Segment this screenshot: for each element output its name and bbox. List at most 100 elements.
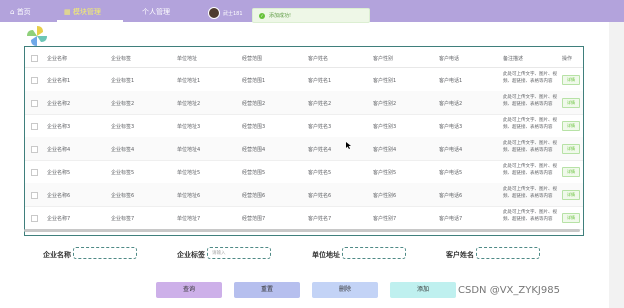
header-cell: 操作 <box>562 56 573 62</box>
table-cell-phone: 客户电话2 <box>439 101 463 107</box>
table-cell-name: 企业名称3 <box>47 124 71 130</box>
nav-home-label: 首页 <box>16 8 31 16</box>
table-cell-tag: 企业标签5 <box>111 170 135 176</box>
detail-button[interactable]: 详情 <box>562 144 580 154</box>
detail-button[interactable]: 详情 <box>562 121 580 131</box>
detail-button[interactable]: 详情 <box>562 167 580 177</box>
nav-home[interactable]: ⌂ 首页 <box>10 4 31 20</box>
success-toast: ✓ 添加成功! <box>252 8 370 23</box>
cust-input[interactable] <box>476 247 540 259</box>
table-cell-addr: 单位地址2 <box>177 101 201 107</box>
table-cell-cust: 客户姓名4 <box>308 147 332 153</box>
table-cell-phone: 客户电话7 <box>439 216 463 222</box>
row-checkbox[interactable] <box>31 77 38 84</box>
table-row: 企业名称3 企业标签3 单位地址3 经营范围3 客户姓名3 客户性别3 客户电话3 此处可上传… <box>25 114 583 138</box>
select-all-checkbox[interactable] <box>31 55 38 62</box>
row-checkbox[interactable] <box>31 192 38 199</box>
row-checkbox[interactable] <box>31 215 38 222</box>
data-table: 企业名称 企业标签 单位地址 经营范围 客户姓名 客户性别 客户电话 备注描述 … <box>24 46 584 236</box>
row-checkbox[interactable] <box>31 146 38 153</box>
row-checkbox[interactable] <box>31 100 38 107</box>
horizontal-scrollbar[interactable] <box>24 229 580 232</box>
table-cell-phone: 客户电话4 <box>439 147 463 153</box>
table-row: 企业名称1 企业标签1 单位地址1 经营范围1 客户姓名1 客户性别1 客户电话1 此处可上传… <box>25 68 583 92</box>
page-edge <box>609 22 624 308</box>
table-row: 企业名称6 企业标签6 单位地址6 经营范围6 客户姓名6 客户性别6 客户电话6 此处可上传… <box>25 183 583 207</box>
tag-label: 企业标签 <box>177 251 205 259</box>
detail-button[interactable]: 详情 <box>562 98 580 108</box>
header-cell: 客户姓名 <box>308 56 329 62</box>
table-cell-gender: 客户性别7 <box>373 216 397 222</box>
header-cell: 客户性别 <box>373 56 394 62</box>
user-menu[interactable]: 武士181 <box>208 7 243 19</box>
table-row: 企业名称5 企业标签5 单位地址5 经营范围5 客户姓名5 客户性别5 客户电话5 此处可上传… <box>25 160 583 184</box>
header-cell: 企业名称 <box>47 56 68 62</box>
table-cell-remark: 此处可上传文字、图片、视频、超链接、表格等内容 <box>503 141 557 153</box>
table-row: 企业名称2 企业标签2 单位地址2 经营范围2 客户姓名2 客户性别2 客户电话2 此处可上传… <box>25 91 583 115</box>
row-checkbox[interactable] <box>31 123 38 130</box>
avatar <box>208 7 220 19</box>
table-cell-cust: 客户姓名6 <box>308 193 332 199</box>
table-cell-scope: 经营范围2 <box>242 101 266 107</box>
table-cell-phone: 客户电话1 <box>439 78 463 84</box>
module-icon: ▦ <box>64 8 71 16</box>
table-cell-tag: 企业标签7 <box>111 216 135 222</box>
add-button[interactable]: 添加 <box>390 282 456 298</box>
table-cell-addr: 单位地址6 <box>177 193 201 199</box>
table-cell-scope: 经营范围1 <box>242 78 266 84</box>
table-cell-addr: 单位地址1 <box>177 78 201 84</box>
table-cell-cust: 客户姓名5 <box>308 170 332 176</box>
table-cell-cust: 客户姓名3 <box>308 124 332 130</box>
query-button[interactable]: 查询 <box>156 282 222 298</box>
table-cell-name: 企业名称2 <box>47 101 71 107</box>
table-cell-scope: 经营范围6 <box>242 193 266 199</box>
table-cell-addr: 单位地址5 <box>177 170 201 176</box>
table-cell-remark: 此处可上传文字、图片、视频、超链接、表格等内容 <box>503 164 557 176</box>
table-cell-scope: 经营范围7 <box>242 216 266 222</box>
table-row: 企业名称4 企业标签4 单位地址4 经营范围4 客户姓名4 客户性别4 客户电话4 此处可上传… <box>25 137 583 161</box>
table-cell-gender: 客户性别3 <box>373 124 397 130</box>
success-check-icon: ✓ <box>259 12 265 19</box>
table-cell-gender: 客户性别5 <box>373 170 397 176</box>
delete-button[interactable]: 删除 <box>312 282 378 298</box>
nav-personal[interactable]: 个人管理 <box>142 4 170 20</box>
detail-button[interactable]: 详情 <box>562 190 580 200</box>
tag-input[interactable]: 请输入 <box>207 247 271 259</box>
name-label: 企业名称 <box>43 251 71 259</box>
table-cell-phone: 客户电话5 <box>439 170 463 176</box>
table-cell-remark: 此处可上传文字、图片、视频、超链接、表格等内容 <box>503 72 557 84</box>
nav-module-management[interactable]: ▦ 模块管理 <box>64 4 101 20</box>
detail-button[interactable]: 详情 <box>562 75 580 85</box>
table-cell-remark: 此处可上传文字、图片、视频、超链接、表格等内容 <box>503 210 557 222</box>
table-cell-tag: 企业标签3 <box>111 124 135 130</box>
table-cell-gender: 客户性别6 <box>373 193 397 199</box>
name-input[interactable] <box>73 247 137 259</box>
table-cell-cust: 客户姓名2 <box>308 101 332 107</box>
header-cell: 客户电话 <box>439 56 460 62</box>
row-checkbox[interactable] <box>31 169 38 176</box>
header-cell: 企业标签 <box>111 56 132 62</box>
detail-button[interactable]: 详情 <box>562 213 580 223</box>
pinwheel-logo <box>27 26 47 46</box>
table-cell-scope: 经营范围5 <box>242 170 266 176</box>
table-cell-tag: 企业标签1 <box>111 78 135 84</box>
table-cell-remark: 此处可上传文字、图片、视频、超链接、表格等内容 <box>503 187 557 199</box>
table-cell-phone: 客户电话3 <box>439 124 463 130</box>
nav-module-label: 模块管理 <box>72 8 101 16</box>
table-cell-remark: 此处可上传文字、图片、视频、超链接、表格等内容 <box>503 118 557 130</box>
addr-input[interactable] <box>342 247 406 259</box>
mouse-cursor-icon <box>346 142 351 149</box>
table-cell-name: 企业名称6 <box>47 193 71 199</box>
user-name: 武士181 <box>223 10 243 17</box>
table-cell-remark: 此处可上传文字、图片、视频、超链接、表格等内容 <box>503 95 557 107</box>
table-cell-name: 企业名称5 <box>47 170 71 176</box>
table-cell-tag: 企业标签4 <box>111 147 135 153</box>
table-row: 企业名称7 企业标签7 单位地址7 经营范围7 客户姓名7 客户性别7 客户电话7 此处可上传… <box>25 206 583 230</box>
table-cell-gender: 客户性别1 <box>373 78 397 84</box>
table-cell-cust: 客户姓名1 <box>308 78 332 84</box>
cust-label: 客户姓名 <box>446 251 474 259</box>
header-cell: 经营范围 <box>242 56 263 62</box>
table-cell-name: 企业名称1 <box>47 78 71 84</box>
reset-button[interactable]: 重置 <box>234 282 300 298</box>
table-cell-gender: 客户性别4 <box>373 147 397 153</box>
